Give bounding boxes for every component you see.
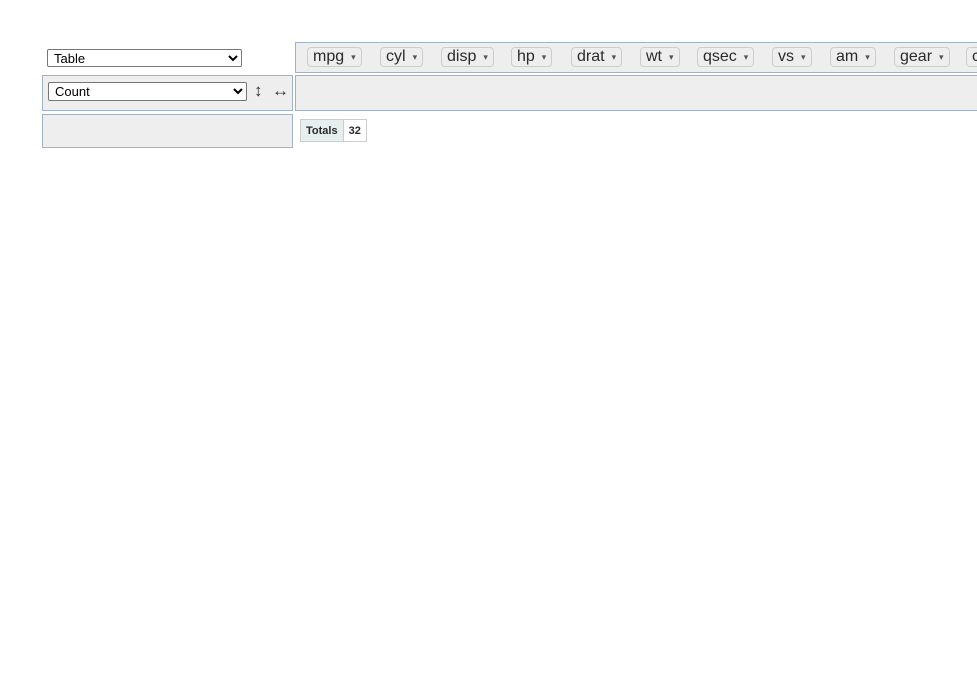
attribute-drat[interactable]: drat ▾ — [571, 47, 623, 67]
col-order-icon[interactable]: ↔ — [272, 82, 289, 100]
attribute-label: wt — [646, 48, 662, 65]
attribute-label: hp — [517, 48, 535, 65]
attribute-label: vs — [778, 48, 794, 65]
attribute-label: gear — [900, 48, 933, 65]
attribute-label: disp — [447, 48, 477, 65]
attribute-carb[interactable]: c — [966, 47, 977, 67]
triangle-down-icon[interactable]: ▾ — [669, 48, 674, 66]
triangle-down-icon[interactable]: ▾ — [351, 48, 356, 66]
pivot-ui: Table mpg ▾ cyl ▾ disp ▾ hp ▾ drat ▾ wt … — [0, 0, 977, 680]
pivot-output-table: Totals 32 — [300, 119, 367, 142]
triangle-down-icon[interactable]: ▾ — [483, 48, 488, 66]
totals-value[interactable]: 32 — [342, 119, 367, 142]
attribute-label: drat — [577, 48, 605, 65]
attribute-label: c — [972, 48, 977, 66]
attribute-label: cyl — [386, 48, 406, 65]
attribute-label: qsec — [703, 48, 737, 65]
aggregator-select[interactable]: Count — [48, 82, 247, 101]
attribute-am[interactable]: am ▾ — [830, 47, 876, 67]
triangle-down-icon[interactable]: ▾ — [865, 48, 870, 66]
aggregator-cell: Count ↕ ↔ — [42, 75, 293, 111]
attribute-label: mpg — [313, 48, 345, 65]
attribute-vs[interactable]: vs ▾ — [772, 47, 812, 67]
totals-label: Totals — [300, 119, 344, 142]
unused-attributes-area[interactable]: mpg ▾ cyl ▾ disp ▾ hp ▾ drat ▾ wt ▾ qsec… — [295, 42, 977, 73]
triangle-down-icon[interactable]: ▾ — [413, 48, 418, 66]
attribute-disp[interactable]: disp ▾ — [441, 47, 494, 67]
triangle-down-icon[interactable]: ▾ — [939, 48, 944, 66]
attribute-qsec[interactable]: qsec ▾ — [697, 47, 755, 67]
renderer-select[interactable]: Table — [47, 49, 242, 67]
attribute-label: am — [836, 48, 859, 65]
attribute-hp[interactable]: hp ▾ — [511, 47, 553, 67]
triangle-down-icon[interactable]: ▾ — [801, 48, 806, 66]
column-attributes-area[interactable] — [295, 75, 977, 111]
attribute-mpg[interactable]: mpg ▾ — [307, 47, 362, 67]
table-row: Totals 32 — [300, 119, 367, 142]
row-order-icon[interactable]: ↕ — [254, 82, 263, 100]
triangle-down-icon[interactable]: ▾ — [542, 48, 547, 66]
renderer-cell: Table — [42, 42, 293, 73]
attribute-gear[interactable]: gear ▾ — [894, 47, 950, 67]
attribute-cyl[interactable]: cyl ▾ — [380, 47, 424, 67]
row-attributes-area[interactable] — [42, 114, 293, 148]
attribute-wt[interactable]: wt ▾ — [640, 47, 680, 67]
triangle-down-icon[interactable]: ▾ — [744, 48, 749, 66]
triangle-down-icon[interactable]: ▾ — [612, 48, 617, 66]
